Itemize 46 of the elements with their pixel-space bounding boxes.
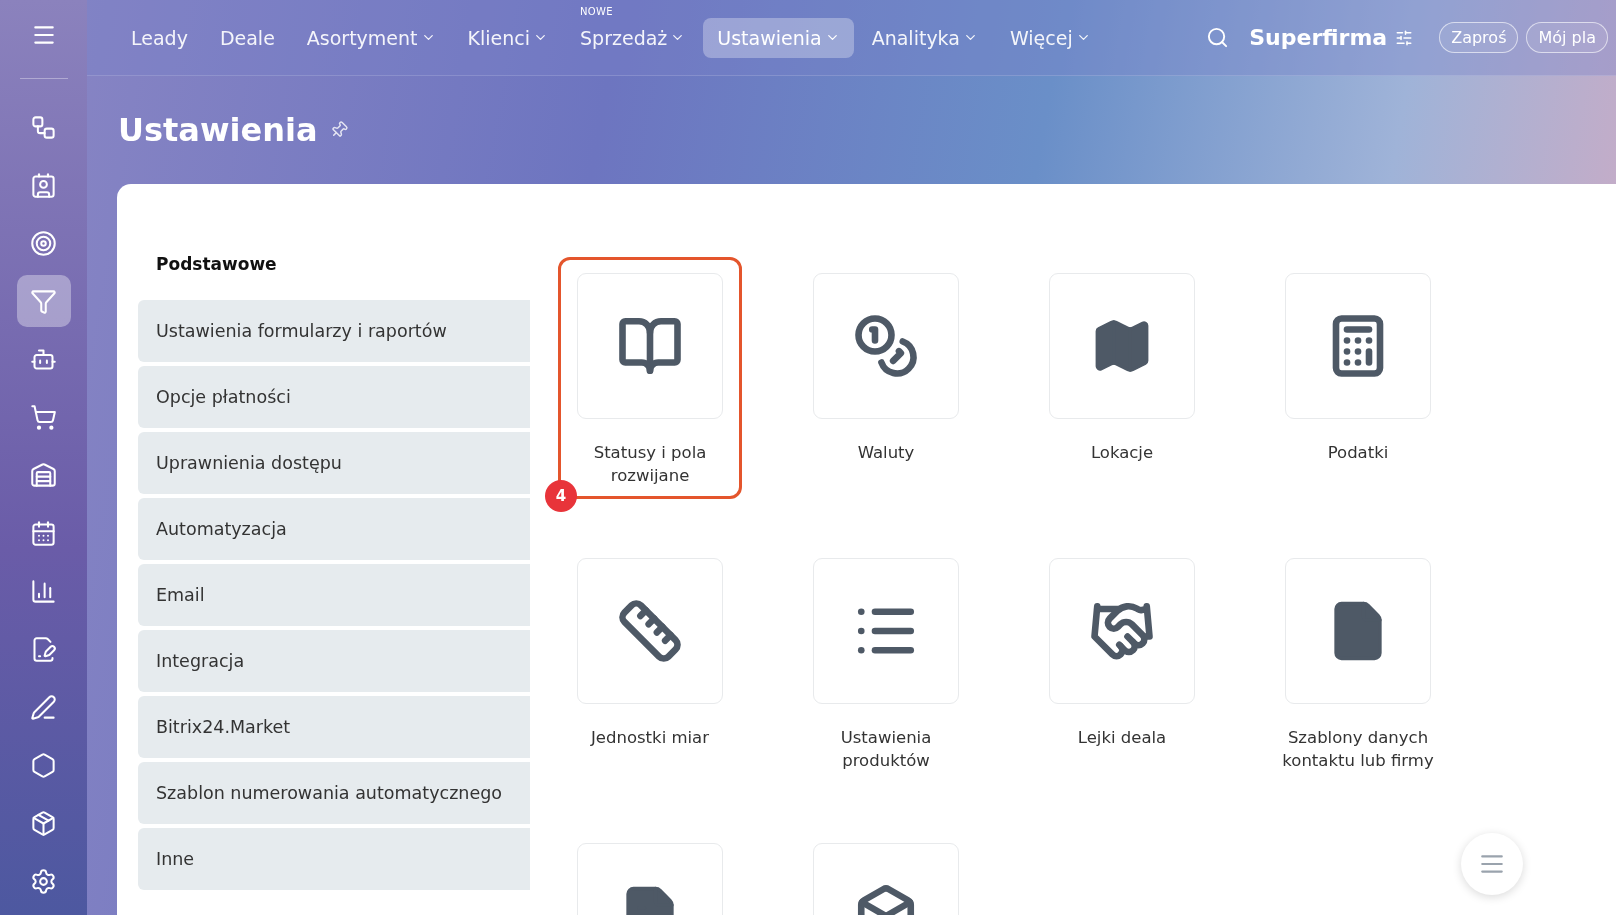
menu-fab[interactable] (1461, 833, 1523, 895)
nav-tab[interactable]: Sprzedaż (566, 17, 700, 58)
menu-item[interactable]: Automatyzacja (138, 498, 530, 560)
tile-label: Waluty (857, 442, 915, 464)
header-button[interactable]: Mój pla (1526, 22, 1608, 53)
nav-tab[interactable]: Klienci (453, 17, 563, 58)
tile-label: Ustawienia produktów (839, 727, 933, 772)
nav-tab[interactable]: Analityka (857, 17, 992, 58)
settings-tile[interactable] (1285, 273, 1431, 419)
funnel-icon[interactable] (16, 275, 71, 327)
nav-tab[interactable]: Ustawienia (703, 17, 854, 58)
settings-tile[interactable] (577, 273, 723, 419)
page-title: Ustawienia (118, 111, 318, 149)
section-heading: Podstawowe (155, 254, 278, 276)
settings-tile[interactable] (813, 273, 959, 419)
tile-label: Szablony danych kontaktu lub firmy (1281, 727, 1435, 772)
settings-tile[interactable] (1049, 558, 1195, 704)
tile-label: Jednostki miar (590, 727, 709, 749)
ruler-icon (617, 598, 683, 664)
header-button[interactable]: Zaproś (1439, 22, 1519, 53)
settings-tile[interactable] (1049, 273, 1195, 419)
settings-tile[interactable] (1285, 558, 1431, 704)
menu-item[interactable]: Bitrix24.Market (138, 696, 530, 758)
menu-item[interactable]: Integracja (138, 630, 530, 692)
nav-tab[interactable]: Asortyment (292, 17, 450, 58)
tile-label: Podatki (1327, 442, 1389, 464)
menu-item[interactable]: Szablon numerowania automatycznego (138, 762, 530, 824)
nav-tab[interactable]: Leady (117, 17, 202, 58)
new-label: NOWE (580, 5, 613, 17)
menu-item[interactable]: Inne (138, 828, 530, 890)
tile-label: Lejki deala (1077, 727, 1167, 749)
settings-tile[interactable] (577, 558, 723, 704)
nav-tab[interactable]: Więcej (995, 17, 1105, 58)
company-name[interactable]: Superfirma (1249, 25, 1388, 50)
menu-item[interactable]: Ustawienia formularzy i raportów (138, 300, 530, 362)
step-badge: 4 (545, 480, 577, 512)
nav-tab[interactable]: Deale (205, 17, 289, 58)
menu-item[interactable]: Email (138, 564, 530, 626)
settings-tile[interactable] (813, 558, 959, 704)
menu-item[interactable]: Uprawnienia dostępu (138, 432, 530, 494)
menu-item[interactable]: Opcje płatności (138, 366, 530, 428)
search-button[interactable] (1206, 26, 1230, 49)
tile-label: Lokacje (1090, 442, 1154, 464)
tile-label: Statusy i pola rozwijane (592, 442, 708, 487)
sliders-icon[interactable] (1395, 28, 1414, 47)
coins-icon (853, 313, 919, 379)
